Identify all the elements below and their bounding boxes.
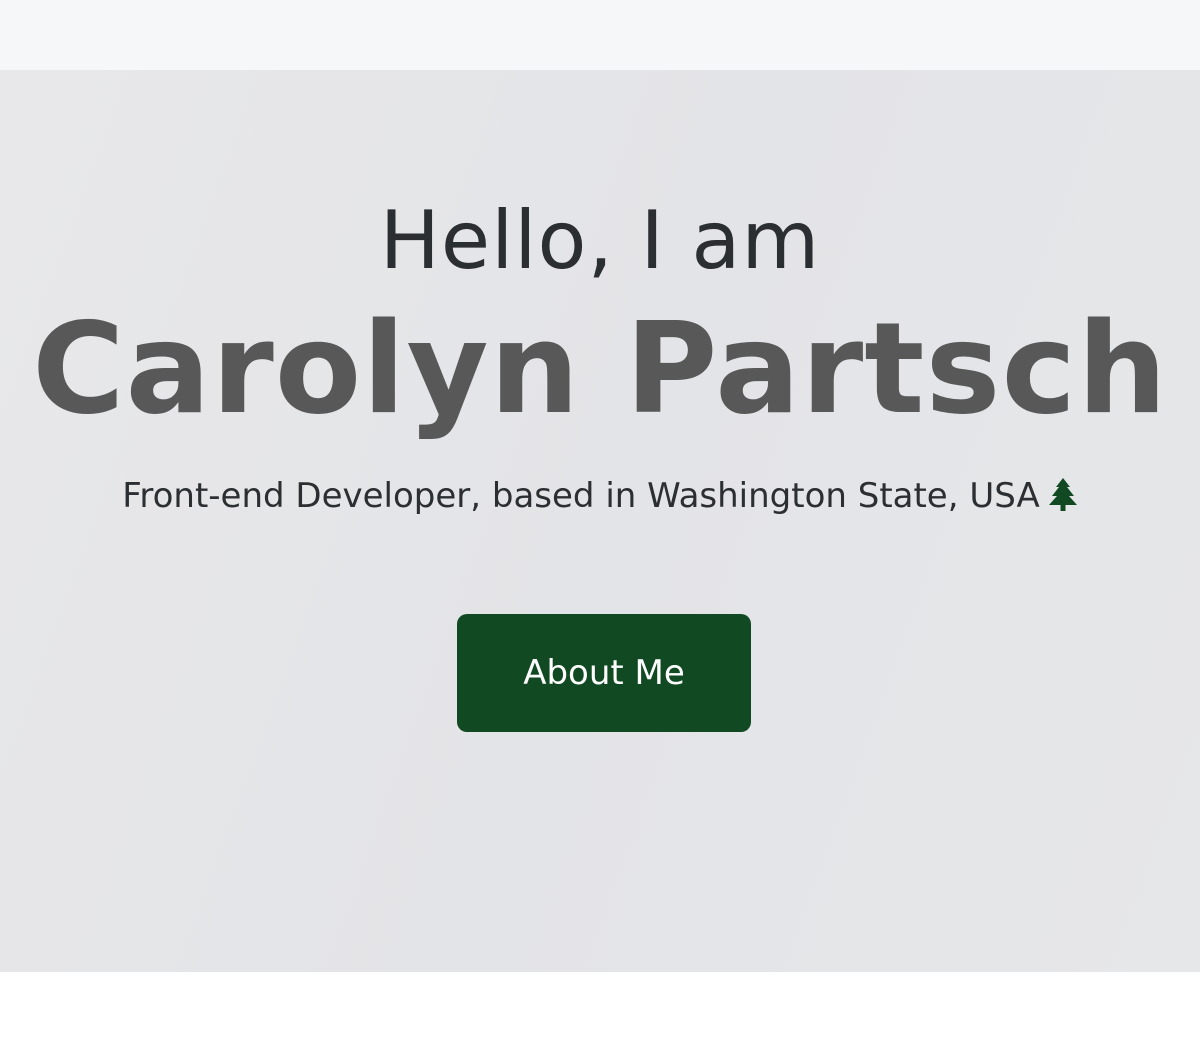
about-me-button[interactable]: About Me [457, 614, 751, 732]
hero-greeting: Hello, I am [379, 194, 821, 287]
hero-section: Hello, I am Carolyn Partsch Front-end De… [0, 70, 1200, 972]
hero-tagline: Front-end Developer, based in Washington… [0, 474, 1200, 518]
hero-tagline-text: Front-end Developer, based in Washington… [122, 476, 1040, 516]
evergreen-tree-icon [1048, 477, 1078, 511]
hero-name: Carolyn Partsch [32, 295, 1168, 442]
top-navbar [0, 0, 1200, 70]
